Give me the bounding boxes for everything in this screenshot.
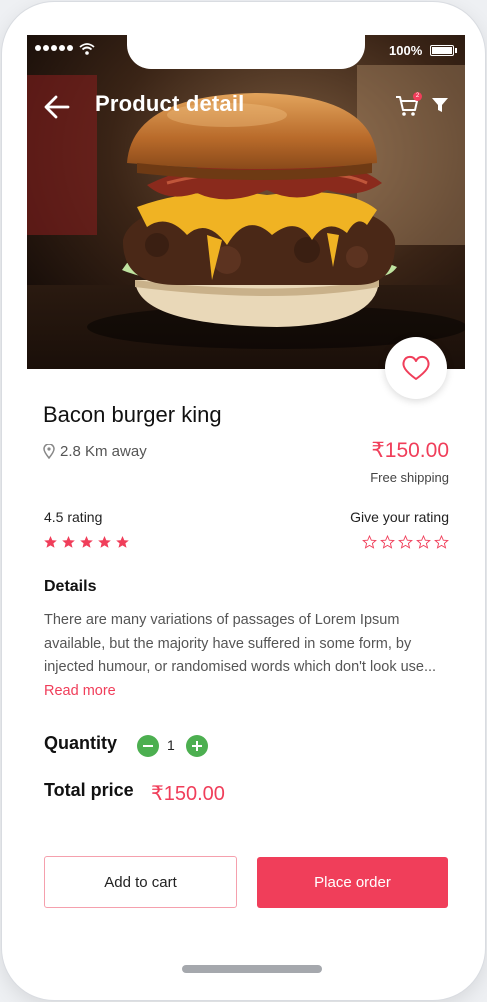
home-indicator[interactable]	[182, 965, 322, 973]
quantity-increase-button[interactable]	[186, 735, 208, 757]
location-pin-icon	[43, 444, 55, 459]
empty-star-icon[interactable]	[416, 535, 431, 549]
empty-star-icon[interactable]	[380, 535, 395, 549]
page-title: Product detail	[95, 91, 245, 116]
add-to-cart-button[interactable]: Add to cart	[44, 856, 237, 908]
screen: 100% Product detail 2 Bacon burger king …	[27, 35, 465, 975]
product-image	[27, 35, 465, 369]
favorite-button[interactable]	[385, 337, 447, 399]
total-price-value: ₹150.00	[151, 783, 225, 805]
give-rating-label: Give your rating	[350, 509, 449, 525]
status-bar: 100%	[27, 35, 465, 65]
heart-icon	[402, 355, 430, 380]
phone-frame: 100% Product detail 2 Bacon burger king …	[2, 2, 485, 1000]
details-heading: Details	[44, 578, 97, 595]
quantity-label: Quantity	[44, 733, 118, 753]
product-name: Bacon burger king	[43, 402, 222, 427]
rating-label: 4.5 rating	[44, 509, 103, 525]
distance: 2.8 Km away	[43, 443, 147, 460]
distance-text: 2.8 Km away	[60, 443, 147, 460]
burger-illustration	[27, 35, 465, 369]
filled-star-icon	[80, 536, 93, 548]
empty-star-icon[interactable]	[398, 535, 413, 549]
filled-star-icon	[44, 536, 57, 548]
place-order-button[interactable]: Place order	[257, 857, 448, 908]
empty-star-icon[interactable]	[434, 535, 449, 549]
quantity-value: 1	[167, 737, 175, 753]
quantity-decrease-button[interactable]	[137, 735, 159, 757]
battery-icon	[430, 45, 457, 56]
cart-badge: 2	[413, 92, 422, 101]
battery-percent: 100%	[389, 43, 423, 58]
details-text: There are many variations of passages of…	[44, 609, 449, 703]
rating-stars	[43, 535, 130, 549]
shipping-info: Free shipping	[370, 470, 449, 485]
filled-star-icon	[62, 536, 75, 548]
empty-star-icon[interactable]	[362, 535, 377, 549]
wifi-icon	[79, 43, 95, 55]
filter-icon[interactable]	[431, 96, 449, 114]
filled-star-icon	[98, 536, 111, 548]
read-more-link[interactable]: Read more	[44, 683, 116, 699]
total-price-label: Total price	[44, 780, 134, 800]
filled-star-icon	[116, 536, 129, 548]
signal-icon	[35, 45, 73, 51]
product-price: ₹150.00	[371, 439, 449, 462]
details-body: There are many variations of passages of…	[44, 612, 437, 675]
give-rating-stars[interactable]	[362, 535, 449, 549]
back-arrow-icon[interactable]	[43, 93, 71, 121]
app-bar: Product detail 2	[27, 87, 465, 123]
